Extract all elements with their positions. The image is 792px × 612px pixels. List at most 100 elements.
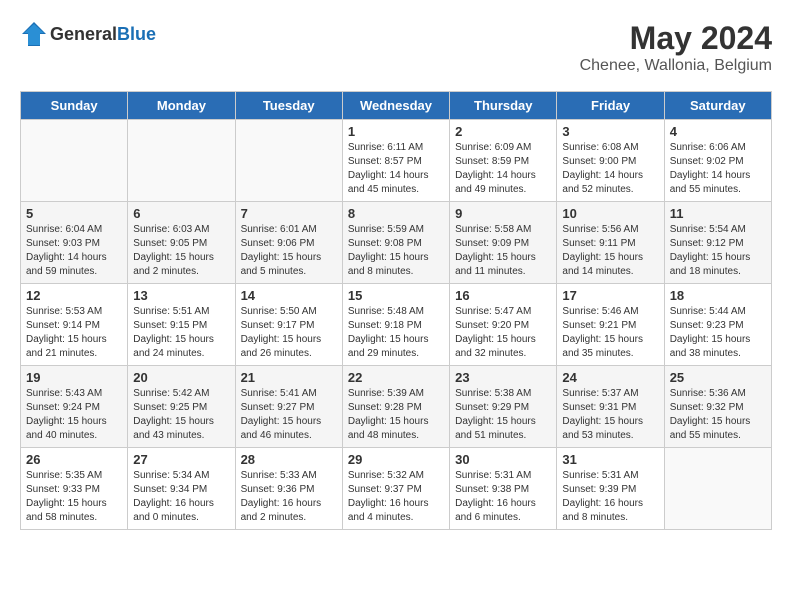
calendar-body: 1 Sunrise: 6:11 AM Sunset: 8:57 PM Daylig… <box>21 120 772 530</box>
calendar-cell: 26 Sunrise: 5:35 AM Sunset: 9:33 PM Dayli… <box>21 448 128 530</box>
day-info: Sunrise: 5:33 AM Sunset: 9:36 PM Dayligh… <box>241 469 337 525</box>
day-info: Sunrise: 5:46 AM Sunset: 9:21 PM Dayligh… <box>562 305 658 361</box>
calendar-cell: 10Sunrise: 5:56 AM Sunset: 9:11 PM Dayli… <box>557 202 664 284</box>
week-row-1: 1 Sunrise: 6:11 AM Sunset: 8:57 PM Daylig… <box>21 120 772 202</box>
day-info: Sunrise: 5:48 AM Sunset: 9:18 PM Dayligh… <box>348 305 444 361</box>
weekday-header-wednesday: Wednesday <box>342 92 449 120</box>
weekday-header-monday: Monday <box>128 92 235 120</box>
calendar-cell: 11 Sunrise: 5:54 AM Sunset: 9:12 PM Dayli… <box>664 202 771 284</box>
calendar-cell: 1 Sunrise: 6:11 AM Sunset: 8:57 PM Daylig… <box>342 120 449 202</box>
calendar-cell: 22Sunrise: 5:39 AM Sunset: 9:28 PM Dayli… <box>342 366 449 448</box>
day-number: 15 <box>348 288 444 303</box>
weekday-header-tuesday: Tuesday <box>235 92 342 120</box>
calendar-cell <box>664 448 771 530</box>
day-number: 18 <box>670 288 766 303</box>
calendar-cell: 25Sunrise: 5:36 AM Sunset: 9:32 PM Dayli… <box>664 366 771 448</box>
calendar-cell: 5Sunrise: 6:04 AM Sunset: 9:03 PM Daylig… <box>21 202 128 284</box>
day-info: Sunrise: 5:47 AM Sunset: 9:20 PM Dayligh… <box>455 305 551 361</box>
day-number: 31 <box>562 452 658 467</box>
day-info: Sunrise: 5:44 AM Sunset: 9:23 PM Dayligh… <box>670 305 766 361</box>
calendar-cell: 3 Sunrise: 6:08 AM Sunset: 9:00 PM Daylig… <box>557 120 664 202</box>
day-number: 26 <box>26 452 122 467</box>
week-row-5: 26 Sunrise: 5:35 AM Sunset: 9:33 PM Dayli… <box>21 448 772 530</box>
day-info: Sunrise: 5:54 AM Sunset: 9:12 PM Dayligh… <box>670 223 766 279</box>
day-info: Sunrise: 5:56 AM Sunset: 9:11 PM Dayligh… <box>562 223 658 279</box>
day-number: 30 <box>455 452 551 467</box>
calendar-cell: 7 Sunrise: 6:01 AM Sunset: 9:06 PM Daylig… <box>235 202 342 284</box>
calendar-cell: 29Sunrise: 5:32 AM Sunset: 9:37 PM Dayli… <box>342 448 449 530</box>
day-info: Sunrise: 5:53 AM Sunset: 9:14 PM Dayligh… <box>26 305 122 361</box>
calendar-header: SundayMondayTuesdayWednesdayThursdayFrid… <box>21 92 772 120</box>
day-info: Sunrise: 6:09 AM Sunset: 8:59 PM Dayligh… <box>455 141 551 197</box>
day-info: Sunrise: 6:01 AM Sunset: 9:06 PM Dayligh… <box>241 223 337 279</box>
day-info: Sunrise: 5:58 AM Sunset: 9:09 PM Dayligh… <box>455 223 551 279</box>
day-number: 3 <box>562 124 658 139</box>
calendar-cell: 12 Sunrise: 5:53 AM Sunset: 9:14 PM Dayli… <box>21 284 128 366</box>
day-number: 7 <box>241 206 337 221</box>
day-info: Sunrise: 5:41 AM Sunset: 9:27 PM Dayligh… <box>241 387 337 443</box>
calendar-cell: 9 Sunrise: 5:58 AM Sunset: 9:09 PM Daylig… <box>450 202 557 284</box>
calendar-cell: 8 Sunrise: 5:59 AM Sunset: 9:08 PM Daylig… <box>342 202 449 284</box>
day-info: Sunrise: 5:39 AM Sunset: 9:28 PM Dayligh… <box>348 387 444 443</box>
day-info: Sunrise: 5:35 AM Sunset: 9:33 PM Dayligh… <box>26 469 122 525</box>
calendar-cell: 19 Sunrise: 5:43 AM Sunset: 9:24 PM Dayli… <box>21 366 128 448</box>
day-info: Sunrise: 6:11 AM Sunset: 8:57 PM Dayligh… <box>348 141 444 197</box>
day-number: 23 <box>455 370 551 385</box>
calendar-cell: 17 Sunrise: 5:46 AM Sunset: 9:21 PM Dayli… <box>557 284 664 366</box>
day-number: 9 <box>455 206 551 221</box>
day-info: Sunrise: 5:51 AM Sunset: 9:15 PM Dayligh… <box>133 305 229 361</box>
day-number: 20 <box>133 370 229 385</box>
day-info: Sunrise: 5:36 AM Sunset: 9:32 PM Dayligh… <box>670 387 766 443</box>
day-number: 1 <box>348 124 444 139</box>
calendar-cell: 28 Sunrise: 5:33 AM Sunset: 9:36 PM Dayli… <box>235 448 342 530</box>
calendar-cell: 15 Sunrise: 5:48 AM Sunset: 9:18 PM Dayli… <box>342 284 449 366</box>
calendar-cell: 24Sunrise: 5:37 AM Sunset: 9:31 PM Dayli… <box>557 366 664 448</box>
calendar-cell: 23Sunrise: 5:38 AM Sunset: 9:29 PM Dayli… <box>450 366 557 448</box>
day-number: 24 <box>562 370 658 385</box>
day-info: Sunrise: 6:08 AM Sunset: 9:00 PM Dayligh… <box>562 141 658 197</box>
day-number: 21 <box>241 370 337 385</box>
day-number: 8 <box>348 206 444 221</box>
day-info: Sunrise: 5:43 AM Sunset: 9:24 PM Dayligh… <box>26 387 122 443</box>
calendar-cell: 27 Sunrise: 5:34 AM Sunset: 9:34 PM Dayli… <box>128 448 235 530</box>
logo-text: GeneralBlue <box>50 24 156 45</box>
logo-general: General <box>50 24 117 44</box>
day-info: Sunrise: 6:06 AM Sunset: 9:02 PM Dayligh… <box>670 141 766 197</box>
week-row-3: 12 Sunrise: 5:53 AM Sunset: 9:14 PM Dayli… <box>21 284 772 366</box>
calendar-cell: 21 Sunrise: 5:41 AM Sunset: 9:27 PM Dayli… <box>235 366 342 448</box>
day-info: Sunrise: 6:04 AM Sunset: 9:03 PM Dayligh… <box>26 223 122 279</box>
calendar-cell: 6Sunrise: 6:03 AM Sunset: 9:05 PM Daylig… <box>128 202 235 284</box>
calendar-cell: 16 Sunrise: 5:47 AM Sunset: 9:20 PM Dayli… <box>450 284 557 366</box>
calendar-cell: 4Sunrise: 6:06 AM Sunset: 9:02 PM Daylig… <box>664 120 771 202</box>
weekday-header-friday: Friday <box>557 92 664 120</box>
week-row-2: 5Sunrise: 6:04 AM Sunset: 9:03 PM Daylig… <box>21 202 772 284</box>
calendar-cell: 2Sunrise: 6:09 AM Sunset: 8:59 PM Daylig… <box>450 120 557 202</box>
calendar-cell: 13Sunrise: 5:51 AM Sunset: 9:15 PM Dayli… <box>128 284 235 366</box>
day-number: 16 <box>455 288 551 303</box>
day-number: 29 <box>348 452 444 467</box>
day-number: 27 <box>133 452 229 467</box>
calendar-table: SundayMondayTuesdayWednesdayThursdayFrid… <box>20 91 772 530</box>
calendar-cell: 31Sunrise: 5:31 AM Sunset: 9:39 PM Dayli… <box>557 448 664 530</box>
day-info: Sunrise: 5:31 AM Sunset: 9:38 PM Dayligh… <box>455 469 551 525</box>
logo-blue: Blue <box>117 24 156 44</box>
day-number: 17 <box>562 288 658 303</box>
day-number: 19 <box>26 370 122 385</box>
calendar-cell <box>21 120 128 202</box>
day-number: 11 <box>670 206 766 221</box>
logo-icon <box>20 20 48 48</box>
day-info: Sunrise: 5:34 AM Sunset: 9:34 PM Dayligh… <box>133 469 229 525</box>
page-header: GeneralBlue May 2024 Chenee, Wallonia, B… <box>20 20 772 75</box>
week-row-4: 19 Sunrise: 5:43 AM Sunset: 9:24 PM Dayli… <box>21 366 772 448</box>
calendar-cell: 20Sunrise: 5:42 AM Sunset: 9:25 PM Dayli… <box>128 366 235 448</box>
day-number: 12 <box>26 288 122 303</box>
day-info: Sunrise: 5:59 AM Sunset: 9:08 PM Dayligh… <box>348 223 444 279</box>
day-number: 6 <box>133 206 229 221</box>
month-year-title: May 2024 <box>580 20 772 57</box>
weekday-header-saturday: Saturday <box>664 92 771 120</box>
weekday-header-row: SundayMondayTuesdayWednesdayThursdayFrid… <box>21 92 772 120</box>
day-number: 28 <box>241 452 337 467</box>
location-subtitle: Chenee, Wallonia, Belgium <box>580 57 772 75</box>
calendar-cell: 14Sunrise: 5:50 AM Sunset: 9:17 PM Dayli… <box>235 284 342 366</box>
calendar-cell: 18 Sunrise: 5:44 AM Sunset: 9:23 PM Dayli… <box>664 284 771 366</box>
